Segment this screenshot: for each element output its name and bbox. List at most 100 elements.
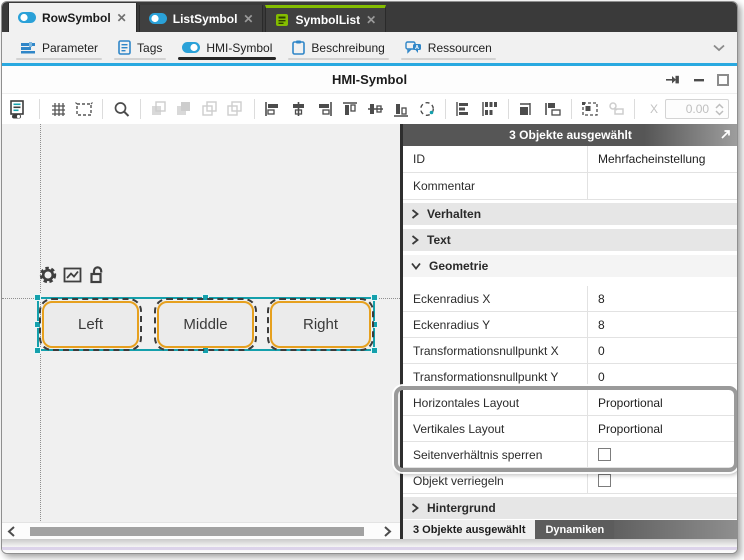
tab-parameter[interactable]: Parameter — [10, 32, 108, 63]
tab-dynamiken[interactable]: Dynamiken — [535, 520, 614, 540]
rotate-icon[interactable] — [417, 98, 436, 120]
group-icon[interactable] — [581, 98, 600, 120]
tab-rowsymbol[interactable]: RowSymbol ✕ — [8, 3, 137, 32]
tab-objekte-ausgewaehlt[interactable]: 3 Objekte ausgewählt — [403, 520, 535, 540]
selection-handle[interactable] — [371, 321, 378, 328]
lock-object-checkbox[interactable] — [598, 474, 611, 487]
property-label: Eckenradius Y — [403, 312, 587, 337]
tab-listsymbol[interactable]: ListSymbol ✕ — [139, 5, 264, 32]
close-icon[interactable]: ✕ — [366, 13, 376, 27]
maximize-icon[interactable] — [717, 74, 729, 86]
scroll-left-icon[interactable] — [4, 525, 18, 538]
property-row-seitenverhaeltnis-sperren: Seitenverhältnis sperren — [403, 442, 738, 468]
selection-handle[interactable] — [34, 321, 41, 328]
selection-handle[interactable] — [202, 347, 209, 354]
pin-icon[interactable] — [666, 74, 682, 85]
selection-handle[interactable] — [371, 347, 378, 354]
property-value[interactable]: 8 — [587, 312, 738, 337]
property-row-transformationsnullpunkt-x: Transformationsnullpunkt X 0 — [403, 338, 738, 364]
gear-icon[interactable] — [38, 265, 58, 285]
tab-label: SymbolList — [295, 13, 360, 27]
send-backward-icon-disabled[interactable] — [201, 98, 220, 120]
properties-header: 3 Objekte ausgewählt — [403, 124, 738, 146]
tab-label: Parameter — [42, 41, 98, 55]
zoom-icon[interactable] — [112, 98, 131, 120]
grid-icon[interactable] — [49, 98, 68, 120]
distribute-vertical-icon[interactable] — [480, 98, 499, 120]
pane-title-bar: HMI-Symbol — [2, 66, 737, 94]
tab-symbollist[interactable]: SymbolList ✕ — [265, 5, 386, 32]
selection-handle[interactable] — [202, 294, 209, 301]
tab-beschreibung[interactable]: Beschreibung — [282, 32, 394, 63]
align-top-icon[interactable] — [340, 98, 359, 120]
dynamics-icon[interactable] — [63, 265, 83, 285]
property-value[interactable]: 8 — [587, 286, 738, 311]
property-label: Kommentar — [403, 173, 587, 199]
property-label: Horizontales Layout — [403, 390, 587, 415]
hmi-button-left[interactable]: Left — [42, 301, 139, 348]
close-icon[interactable]: ✕ — [117, 11, 127, 25]
chevron-down-icon[interactable] — [713, 44, 725, 52]
section-verhalten[interactable]: Verhalten — [403, 202, 738, 226]
property-value[interactable]: Mehrfacheinstellung — [587, 146, 738, 172]
tab-ressourcen[interactable]: A Ressourcen — [395, 32, 502, 63]
unlock-icon[interactable] — [88, 265, 106, 285]
property-label: Seitenverhältnis sperren — [403, 442, 587, 467]
chevron-down-icon — [411, 262, 421, 270]
description-icon — [292, 40, 305, 55]
design-canvas[interactable]: Left Middle Right — [2, 124, 400, 522]
scrollbar-thumb[interactable] — [30, 527, 364, 536]
scroll-right-icon[interactable] — [380, 525, 394, 538]
selection-handle[interactable] — [34, 294, 41, 301]
distribute-horizontal-icon[interactable] — [455, 98, 474, 120]
bring-forward-icon-disabled[interactable] — [149, 98, 168, 120]
section-text[interactable]: Text — [403, 228, 738, 252]
align-right-icon[interactable] — [315, 98, 334, 120]
minimize-icon[interactable] — [694, 74, 705, 85]
property-label: Objekt verriegeln — [403, 468, 587, 493]
same-height-icon[interactable] — [543, 98, 562, 120]
property-value[interactable]: Proportional — [587, 390, 738, 415]
section-hintergrund[interactable]: Hintergrund — [403, 496, 738, 520]
tab-tags[interactable]: Tags — [108, 32, 172, 63]
document-tab-bar: RowSymbol ✕ ListSymbol ✕ SymbolList ✕ — [2, 2, 737, 32]
property-label: Transformationsnullpunkt Y — [403, 364, 587, 389]
section-geometrie[interactable]: Geometrie — [403, 254, 738, 278]
property-label: Eckenradius X — [403, 286, 587, 311]
toggle-icon — [18, 12, 36, 23]
property-value[interactable]: 0 — [587, 338, 738, 363]
tab-label: Beschreibung — [311, 41, 384, 55]
property-row-eckenradius-x: Eckenradius X 8 — [403, 286, 738, 312]
hmi-button-right[interactable]: Right — [270, 301, 371, 348]
toggle-icon — [149, 13, 167, 24]
x-coordinate-input[interactable]: 0.00 — [665, 99, 729, 119]
popout-arrow-icon[interactable] — [720, 128, 732, 140]
bring-front-icon-disabled[interactable] — [175, 98, 194, 120]
property-value[interactable]: 0 — [587, 364, 738, 389]
symbol-editor-icon[interactable] — [10, 98, 30, 120]
send-back-icon-disabled[interactable] — [226, 98, 245, 120]
tab-hmi-symbol[interactable]: HMI-Symbol — [172, 32, 282, 63]
close-icon[interactable]: ✕ — [243, 12, 253, 26]
align-middle-icon[interactable] — [366, 98, 385, 120]
pane-title: HMI-Symbol — [332, 72, 407, 87]
spinner-up-icon — [715, 103, 724, 109]
property-value[interactable] — [587, 173, 738, 199]
hmi-button-middle[interactable]: Middle — [157, 301, 254, 348]
align-center-icon[interactable] — [289, 98, 308, 120]
aspect-ratio-checkbox[interactable] — [598, 448, 611, 461]
align-left-icon[interactable] — [264, 98, 283, 120]
horizontal-scrollbar[interactable] — [2, 522, 400, 539]
resources-icon: A — [405, 41, 422, 55]
selection-handle[interactable] — [371, 294, 378, 301]
canvas-bounds-icon[interactable] — [74, 98, 93, 120]
selection-handle[interactable] — [34, 347, 41, 354]
button-label: Middle — [183, 316, 227, 333]
property-value[interactable]: Proportional — [587, 416, 738, 441]
section-label: Text — [427, 233, 451, 247]
same-width-icon[interactable] — [518, 98, 537, 120]
section-label: Hintergrund — [427, 501, 496, 515]
panel-bottom-tabs: 3 Objekte ausgewählt Dynamiken — [403, 520, 738, 540]
align-bottom-icon[interactable] — [392, 98, 411, 120]
ungroup-icon-disabled[interactable] — [606, 98, 625, 120]
